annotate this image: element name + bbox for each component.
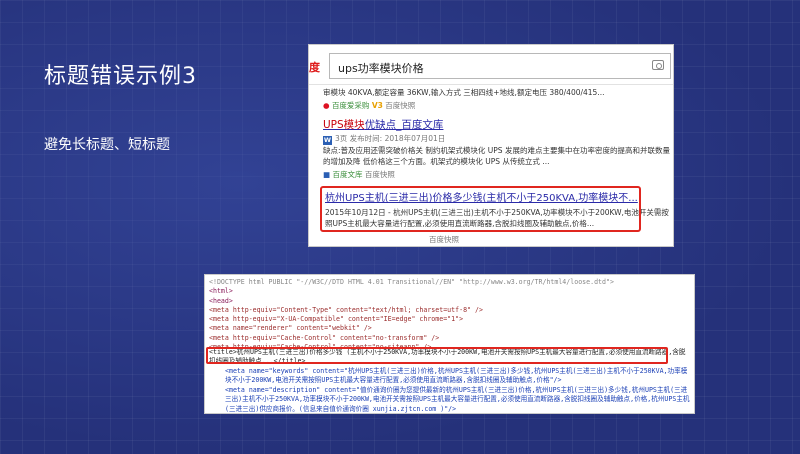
search-engine-logo: 度 xyxy=(309,61,320,74)
search-results-panel: 度 ups功率模块价格 审模块 40KVA,额定容量 36KW,输入方式 三相四… xyxy=(308,44,674,247)
word-doc-icon: W xyxy=(323,136,332,145)
code-line: <meta http-equiv="X-UA-Compatible" conte… xyxy=(209,315,464,324)
search-bar: 度 ups功率模块价格 xyxy=(309,45,673,85)
search-query: ups功率模块价格 xyxy=(338,62,424,75)
camera-icon[interactable] xyxy=(652,60,664,70)
result-2-meta: ■ 百度文库 百度快照 xyxy=(323,169,395,180)
code-description-line: <meta name="description" content="值价通询价圈… xyxy=(225,386,690,413)
code-line: <meta name="renderer" content="webkit" /… xyxy=(209,324,372,333)
search-input[interactable]: ups功率模块价格 xyxy=(329,53,671,79)
result-2-title[interactable]: UPS模块优缺点_百度文库 xyxy=(323,117,443,132)
title-tag-highlight-box xyxy=(206,347,668,364)
aicaigou-icon: ● xyxy=(323,101,330,110)
code-line: <!DOCTYPE html PUBLIC "-//W3C//DTD HTML … xyxy=(209,278,614,286)
result-2-snippet: 缺点:普及应用还需突破价格关 制约机架式模块化 UPS 发展的难点主要集中在功率… xyxy=(323,146,670,166)
code-line: <meta http-equiv="Content-Type" content=… xyxy=(209,305,483,314)
result-2-snapshot[interactable]: 百度快照 xyxy=(365,170,395,179)
code-keywords-line: <meta name="keywords" content="杭州UPS主机(三… xyxy=(225,367,688,385)
code-line: <head> xyxy=(209,296,233,305)
result-3-highlight-box xyxy=(320,186,641,232)
result-1-meta: ● 百度爱采购 V3 百度快照 xyxy=(323,100,668,111)
result-1-snippet: 审模块 40KVA,额定容量 36KW,输入方式 三相四线+地线,额定电压 38… xyxy=(323,88,605,97)
result-1-badge: V3 xyxy=(371,101,383,110)
result-2-source[interactable]: 百度文库 xyxy=(332,170,362,179)
code-line: <meta http-equiv="Cache-Control" content… xyxy=(209,333,440,342)
result-2-date: W 3页 发布时间: 2018年07月01日 xyxy=(323,134,446,145)
result-1-snapshot[interactable]: 百度快照 xyxy=(385,101,415,110)
result-1-source[interactable]: 百度爱采购 xyxy=(332,101,370,110)
result-3-snapshot[interactable]: 百度快照 xyxy=(429,234,459,245)
page-source-panel: <!DOCTYPE html PUBLIC "-//W3C//DTD HTML … xyxy=(204,274,695,414)
wenku-icon: ■ xyxy=(323,170,331,179)
slide-title: 标题错误示例3 xyxy=(44,64,197,89)
code-line: <html> xyxy=(209,287,233,296)
slide-subtitle: 避免长标题、短标题 xyxy=(44,137,170,153)
